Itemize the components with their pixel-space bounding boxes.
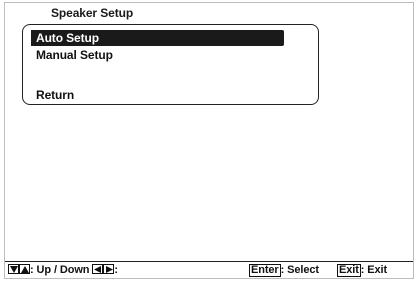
menu-item-return[interactable]: Return: [31, 87, 74, 103]
hint-up-down: : Up / Down :: [8, 264, 118, 277]
enter-key: Enter: [249, 264, 281, 277]
menu-item-label: Auto Setup: [36, 31, 99, 45]
menu-item-manual-setup[interactable]: Manual Setup: [31, 47, 113, 63]
enter-label: : Select: [280, 264, 319, 276]
page-title: Speaker Setup: [51, 6, 134, 20]
hint-enter: Enter: Select: [249, 264, 319, 277]
left-right-label: :: [114, 264, 118, 276]
down-arrow-icon: [8, 264, 19, 274]
menu-item-label: Manual Setup: [36, 48, 113, 62]
menu-item-label: Return: [36, 88, 75, 102]
osd-screen: Speaker Setup Auto Setup Manual Setup Re…: [4, 2, 414, 279]
exit-key: Exit: [337, 264, 361, 277]
up-down-label: : Up / Down: [30, 264, 90, 276]
left-arrow-icon: [92, 264, 104, 274]
exit-label: : Exit: [360, 264, 388, 276]
menu-item-auto-setup[interactable]: Auto Setup: [31, 30, 284, 46]
hint-bar: : Up / Down : Enter: Select Exit: Exit: [5, 261, 413, 279]
hint-exit: Exit: Exit: [337, 264, 387, 277]
right-arrow-icon: [103, 264, 115, 274]
up-arrow-icon: [19, 264, 30, 274]
